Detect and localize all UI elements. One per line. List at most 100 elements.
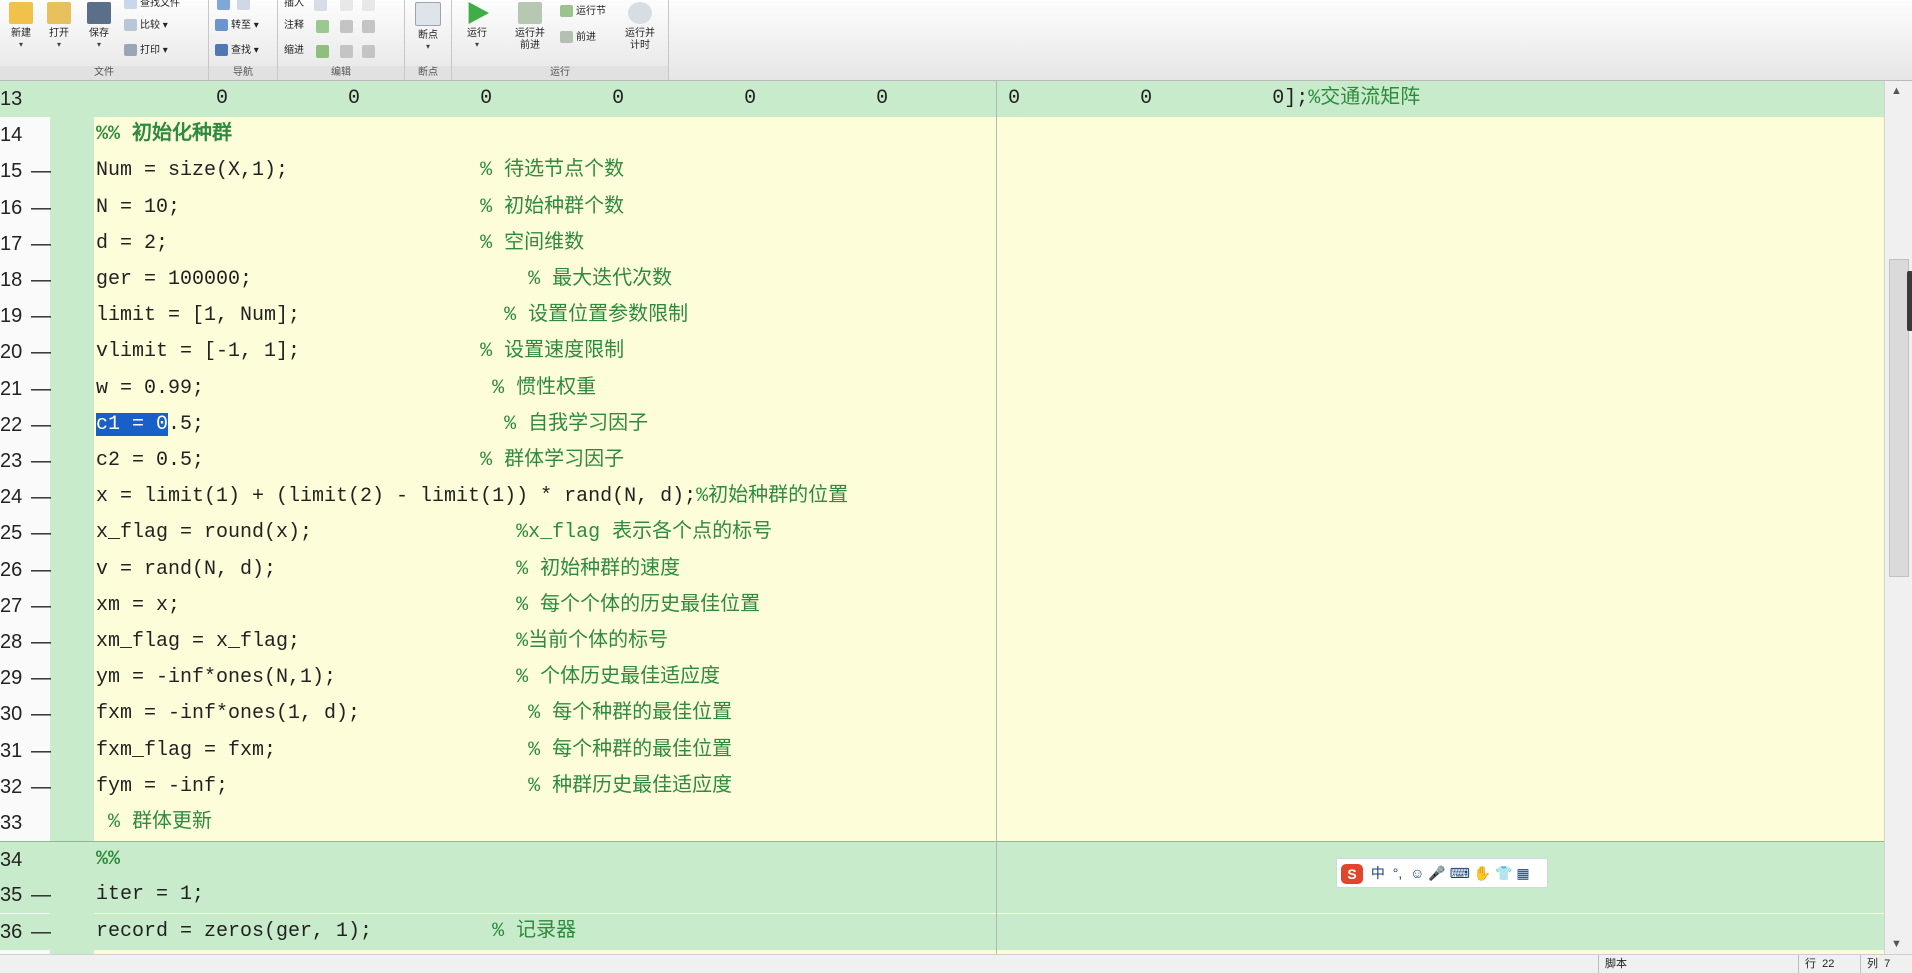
breakpoint-marker[interactable]: — (31, 407, 51, 443)
code-line[interactable]: 32 — fym = -inf; % 种群历史最佳适应度 (0, 769, 1884, 805)
code-line[interactable]: 25 — x_flag = round(x); %x_flag 表示各个点的标号 (0, 515, 1884, 551)
code-text[interactable]: fxm_flag = fxm; % 每个种群的最佳位置 (96, 733, 732, 769)
line-number[interactable]: 25 — (0, 515, 51, 551)
forward-icon[interactable] (237, 0, 250, 10)
breakpoint-marker[interactable]: — (31, 624, 51, 660)
insert-button[interactable]: 插入 (284, 0, 304, 14)
compare-button[interactable]: 比较 ▾ (124, 16, 168, 36)
back-icon[interactable] (217, 0, 230, 10)
line-number[interactable]: 18 — (0, 262, 51, 298)
code-line[interactable]: 30 — fxm = -inf*ones(1, d); % 每个种群的最佳位置 (0, 696, 1884, 732)
code-text[interactable]: c1 = 0.5; % 自我学习因子 (96, 407, 648, 443)
code-line[interactable]: 16 — N = 10; % 初始种群个数 (0, 190, 1884, 226)
line-number[interactable]: 29 — (0, 660, 51, 696)
line-number[interactable]: 30 — (0, 696, 51, 732)
line-number[interactable]: 23 — (0, 443, 51, 479)
code-text[interactable]: x_flag = round(x); %x_flag 表示各个点的标号 (96, 515, 772, 551)
code-text[interactable]: iter = 1; (96, 877, 204, 913)
code-text[interactable]: %% 初始化种群 (96, 117, 232, 153)
ime-punctuation-toggle[interactable]: °, (1393, 859, 1403, 887)
code-line[interactable]: 22 — c1 = 0.5; % 自我学习因子 (0, 407, 1884, 443)
code-text[interactable]: %% (96, 842, 120, 878)
breakpoint-marker[interactable]: — (31, 479, 51, 515)
breakpoint-marker[interactable]: — (31, 334, 51, 370)
code-text[interactable]: fxm = -inf*ones(1, d); % 每个种群的最佳位置 (96, 696, 732, 732)
line-number[interactable]: 14 (0, 117, 46, 153)
code-text[interactable]: w = 0.99; % 惯性权重 (96, 371, 596, 407)
code-text[interactable]: Num = size(X,1); % 待选节点个数 (96, 153, 624, 189)
line-number[interactable]: 20 — (0, 334, 51, 370)
breakpoint-marker[interactable]: — (31, 371, 51, 407)
breakpoint-marker[interactable]: — (31, 443, 51, 479)
code-line[interactable]: 15 — Num = size(X,1); % 待选节点个数 (0, 153, 1884, 189)
code-line[interactable]: 17 — d = 2; % 空间维数 (0, 226, 1884, 262)
code-text[interactable]: xm = x; % 每个个体的历史最佳位置 (96, 588, 760, 624)
breakpoint-marker[interactable]: — (31, 914, 51, 950)
code-text[interactable]: N = 10; % 初始种群个数 (96, 190, 624, 226)
comment-button[interactable]: 注释 (284, 16, 304, 36)
code-text[interactable]: vlimit = [-1, 1]; % 设置速度限制 (96, 334, 624, 370)
code-text[interactable]: v = rand(N, d); % 初始种群的速度 (96, 552, 680, 588)
breakpoint-marker[interactable]: — (31, 769, 51, 805)
code-line[interactable]: 27 — xm = x; % 每个个体的历史最佳位置 (0, 588, 1884, 624)
fx-icon[interactable] (340, 0, 353, 11)
insert-icon[interactable] (314, 0, 327, 11)
code-text[interactable]: % 群体更新 (96, 805, 212, 841)
code-text[interactable]: limit = [1, Num]; % 设置位置参数限制 (96, 298, 688, 334)
line-number[interactable]: 26 — (0, 552, 51, 588)
indent-button[interactable]: 缩进 (284, 41, 304, 61)
indent-right-icon[interactable] (340, 45, 353, 58)
run-section-button[interactable]: 运行节 (560, 2, 606, 22)
line-number[interactable]: 35 — (0, 877, 51, 913)
breakpoint-marker[interactable]: — (31, 262, 51, 298)
code-line[interactable]: 19 — limit = [1, Num]; % 设置位置参数限制 (0, 298, 1884, 334)
find-button[interactable]: 查找 ▾ (215, 41, 259, 61)
code-line[interactable]: 28 — xm_flag = x_flag; %当前个体的标号 (0, 624, 1884, 660)
breakpoint-marker[interactable]: — (31, 552, 51, 588)
code-text[interactable]: 0 0 0 0 0 0 0 0 0];%交通流矩阵 (96, 81, 1420, 117)
print-button[interactable]: 打印 ▾ (124, 41, 168, 61)
panel-resize-handle[interactable] (1907, 271, 1912, 331)
line-number[interactable]: 31 — (0, 733, 51, 769)
ime-mode-toggle[interactable]: 中 (1371, 859, 1385, 887)
code-line[interactable]: 21 — w = 0.99; % 惯性权重 (0, 371, 1884, 407)
breakpoint-marker[interactable]: — (31, 190, 51, 226)
code-line[interactable]: 36 — record = zeros(ger, 1); % 记录器 (0, 913, 1884, 950)
line-number[interactable]: 15 — (0, 153, 51, 189)
code-line[interactable]: 33 % 群体更新 (0, 805, 1884, 841)
wrap-comment-icon[interactable] (362, 20, 375, 33)
advance-button[interactable]: 前进 (560, 28, 596, 48)
comment-icon[interactable] (316, 20, 329, 33)
code-text[interactable]: record = zeros(ger, 1); % 记录器 (96, 914, 576, 950)
code-line[interactable]: 23 — c2 = 0.5; % 群体学习因子 (0, 443, 1884, 479)
line-number[interactable]: 36 — (0, 914, 51, 950)
breakpoint-marker[interactable]: — (31, 660, 51, 696)
code-line[interactable]: 29 — ym = -inf*ones(N,1); % 个体历史最佳适应度 (0, 660, 1884, 696)
breakpoint-marker[interactable]: — (31, 733, 51, 769)
code-line[interactable]: 20 — vlimit = [-1, 1]; % 设置速度限制 (0, 334, 1884, 370)
code-text[interactable]: ym = -inf*ones(N,1); % 个体历史最佳适应度 (96, 660, 720, 696)
ime-toolbar[interactable]: S 中 °, ☺ 🎤 ⌨ ✋ 👕 ▦ (1336, 858, 1548, 888)
scroll-down-icon[interactable]: ▼ (1891, 938, 1902, 950)
breakpoint-marker[interactable]: — (31, 226, 51, 262)
breakpoint-marker[interactable]: — (31, 153, 51, 189)
new-button[interactable]: 新建 ▾ (2, 0, 40, 60)
line-number[interactable]: 28 — (0, 624, 51, 660)
find-files-button[interactable]: 查找文件 (124, 0, 180, 14)
code-text[interactable]: ger = 100000; % 最大迭代次数 (96, 262, 672, 298)
code-text[interactable]: d = 2; % 空间维数 (96, 226, 584, 262)
line-number[interactable]: 34 (0, 842, 46, 878)
breakpoint-marker[interactable]: — (31, 298, 51, 334)
goto-button[interactable]: 转至 ▾ (215, 16, 259, 36)
code-text[interactable]: xm_flag = x_flag; %当前个体的标号 (96, 624, 668, 660)
breakpoint-marker[interactable]: — (31, 877, 51, 913)
code-line[interactable]: 31 — fxm_flag = fxm; % 每个种群的最佳位置 (0, 733, 1884, 769)
code-text[interactable]: x = limit(1) + (limit(2) - limit(1)) * r… (96, 479, 848, 515)
save-button[interactable]: 保存 ▾ (80, 0, 118, 60)
line-number[interactable]: 32 — (0, 769, 51, 805)
text-selection[interactable]: c1 = 0 (96, 412, 169, 436)
indent-left-icon[interactable] (362, 45, 375, 58)
breakpoint-marker[interactable]: — (31, 515, 51, 551)
open-button[interactable]: 打开 ▾ (40, 0, 78, 60)
code-line[interactable]: 14 %% 初始化种群 (0, 117, 1884, 153)
